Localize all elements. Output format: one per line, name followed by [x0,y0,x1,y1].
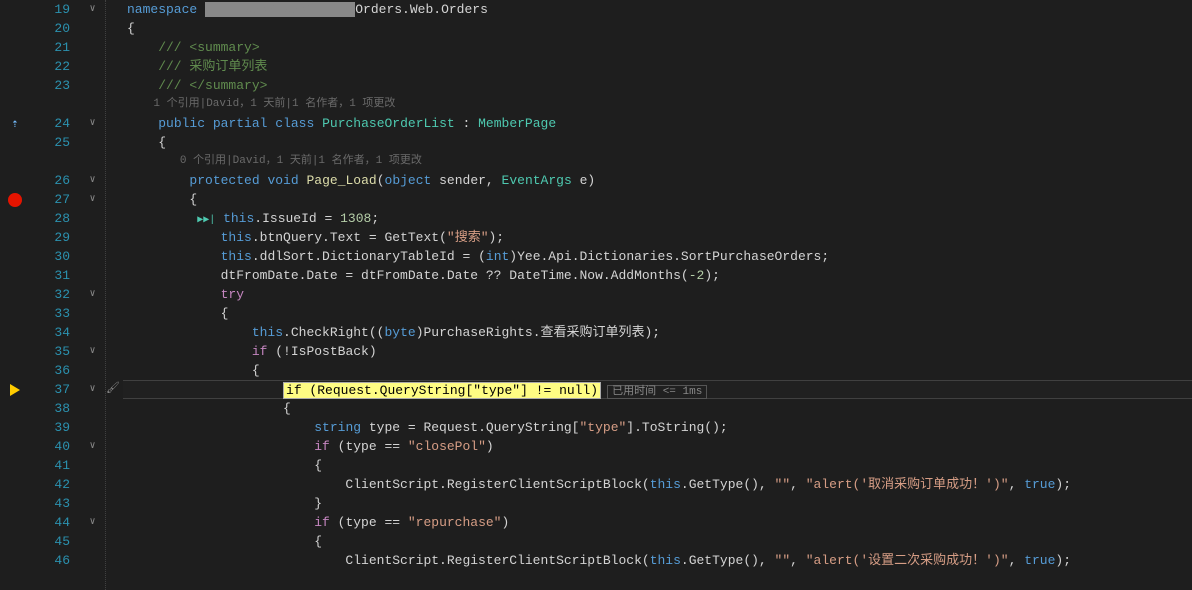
fold-toggle[interactable]: ∨ [80,342,105,361]
line-number[interactable]: 42 [30,475,70,494]
line-number[interactable]: 29 [30,228,70,247]
line-number[interactable]: 26 [30,171,70,190]
line-number[interactable]: 46 [30,551,70,570]
code-content[interactable]: namespace XXXXXXXXXOrders.Web.Orders { /… [123,0,1192,590]
line-number[interactable]: 41 [30,456,70,475]
line-number[interactable]: 30 [30,247,70,266]
fold-toggle[interactable]: ∨ [80,380,105,399]
line-number[interactable]: 37 [30,380,70,399]
line-number[interactable]: 25 [30,133,70,152]
outline-gutter: 🖌 [105,0,123,590]
glyph-margin: ⇡ [0,0,30,590]
highlighted-statement: if (Request.QueryString["type"] != null) [283,382,601,399]
bookmark-icon[interactable]: ⇡ [11,116,18,131]
line-number[interactable]: 24 [30,114,70,133]
current-line-arrow-icon [10,384,20,396]
fold-toggle[interactable]: ∨ [80,171,105,190]
line-number[interactable]: 44 [30,513,70,532]
fold-toggle[interactable]: ∨ [80,114,105,133]
redacted-block: XXXXXXXXX [205,2,355,17]
line-number[interactable]: 22 [30,57,70,76]
codelens-method[interactable]: 0 个引用|David，1 天前|1 名作者，1 项更改 [123,152,1192,171]
line-number[interactable]: 23 [30,76,70,95]
fold-toggle[interactable]: ∨ [80,285,105,304]
breakpoint-icon[interactable] [8,193,22,207]
line-number[interactable]: 33 [30,304,70,323]
line-number[interactable]: 39 [30,418,70,437]
line-number[interactable]: 40 [30,437,70,456]
line-number[interactable]: 27 [30,190,70,209]
line-number[interactable]: 43 [30,494,70,513]
line-number-gutter: 19 20 21 22 23 24 25 26 27 28 29 30 31 3… [30,0,80,590]
line-number [30,95,70,114]
fold-toggle[interactable]: ∨ [80,0,105,19]
line-number [30,152,70,171]
perf-timing-badge: 已用时间 <= 1ms [607,385,707,399]
line-number[interactable]: 28 [30,209,70,228]
line-number[interactable]: 19 [30,0,70,19]
current-execution-line[interactable]: if (Request.QueryString["type"] != null)… [123,380,1192,399]
fold-gutter: ∨ ∨ ∨ ∨ ∨ ∨ ∨ ∨ ∨ [80,0,105,590]
line-number[interactable]: 20 [30,19,70,38]
line-number[interactable]: 21 [30,38,70,57]
line-number[interactable]: 31 [30,266,70,285]
line-number[interactable]: 34 [30,323,70,342]
fold-toggle[interactable]: ∨ [80,190,105,209]
line-number[interactable]: 45 [30,532,70,551]
line-number[interactable]: 35 [30,342,70,361]
line-number[interactable]: 38 [30,399,70,418]
codelens-class[interactable]: 1 个引用|David，1 天前|1 名作者，1 项更改 [123,95,1192,114]
lightbulb-icon[interactable]: 🖌 [106,383,120,395]
code-editor: ⇡ 19 20 21 22 23 24 25 26 27 [0,0,1192,590]
line-number[interactable]: 32 [30,285,70,304]
fold-toggle[interactable]: ∨ [80,437,105,456]
fold-toggle[interactable]: ∨ [80,513,105,532]
line-number[interactable]: 36 [30,361,70,380]
step-marker-icon: ▶▶| [197,215,215,226]
